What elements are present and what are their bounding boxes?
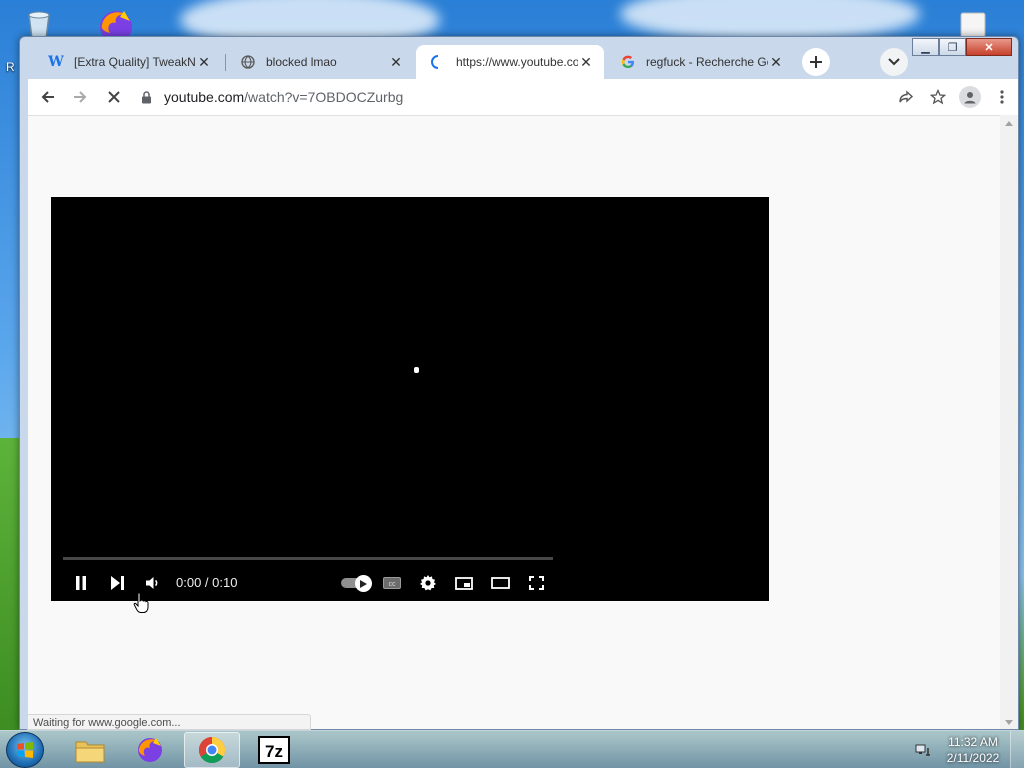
settings-button[interactable] <box>416 571 440 595</box>
tab-title: blocked lmao <box>266 55 337 69</box>
tab-tweaknt[interactable]: W [Extra Quality] TweakNT ✕ <box>34 45 222 79</box>
7zip-taskbar-button[interactable]: 7z <box>246 732 302 768</box>
avatar <box>959 86 981 108</box>
status-bubble: Waiting for www.google.com... <box>27 714 311 730</box>
toolbar-actions <box>890 81 1018 113</box>
url-text[interactable]: youtube.com/watch?v=7OBDOCZurbg <box>164 89 403 105</box>
vertical-scrollbar[interactable] <box>1000 115 1018 729</box>
7zip-icon: 7z <box>258 736 290 764</box>
loading-icon <box>430 54 446 70</box>
chrome-taskbar-button[interactable] <box>184 732 240 768</box>
fullscreen-button[interactable] <box>524 571 548 595</box>
stop-loading-button[interactable] <box>98 81 130 113</box>
url-host: youtube.com <box>164 89 245 105</box>
close-icon <box>108 91 120 103</box>
7zip-label: 7z <box>265 742 283 761</box>
autoplay-knob <box>355 575 372 592</box>
start-button[interactable] <box>6 732 44 768</box>
tab-close-icon[interactable]: ✕ <box>578 54 594 70</box>
play-icon <box>360 579 367 588</box>
taskbar-clock[interactable]: 11:32 AM 2/11/2022 <box>936 734 1010 766</box>
browser-toolbar: youtube.com/watch?v=7OBDOCZurbg <box>28 79 1018 115</box>
tab-search-button[interactable] <box>880 48 908 76</box>
person-icon <box>964 92 976 104</box>
scroll-up-arrow-icon[interactable] <box>1005 121 1013 126</box>
address-bar[interactable]: youtube.com/watch?v=7OBDOCZurbg <box>138 81 878 113</box>
tab-youtube-active[interactable]: https://www.youtube.co ✕ <box>416 45 604 79</box>
current-time: 0:00 <box>176 575 202 590</box>
tab-google-search[interactable]: regfuck - Recherche Go ✕ <box>606 45 794 79</box>
loading-spinner <box>414 367 419 373</box>
tab-blocked[interactable]: blocked lmao ✕ <box>226 45 414 79</box>
svg-text:cc: cc <box>389 581 397 588</box>
theater-icon <box>490 577 510 589</box>
star-icon <box>930 89 946 105</box>
share-button[interactable] <box>890 81 922 113</box>
tab-title: [Extra Quality] TweakNT <box>74 55 196 69</box>
windows-logo-icon <box>17 742 33 758</box>
pause-icon <box>76 576 86 590</box>
wordpress-favicon-icon: W <box>48 54 64 70</box>
share-icon <box>899 90 914 103</box>
globe-icon <box>240 54 256 70</box>
bookmark-button[interactable] <box>922 81 954 113</box>
tab-strip: W [Extra Quality] TweakNT ✕ blocked lmao… <box>28 45 1018 79</box>
clock-date: 2/11/2022 <box>946 751 1000 765</box>
new-tab-button[interactable] <box>802 48 830 76</box>
tab-close-icon[interactable]: ✕ <box>196 54 212 70</box>
arrow-right-icon <box>74 91 87 103</box>
duration: 0:10 <box>212 575 238 590</box>
time-display: 0:00 / 0:10 <box>176 575 237 590</box>
show-desktop-button[interactable] <box>1010 731 1024 768</box>
kebab-menu-icon <box>1000 90 1004 104</box>
explorer-taskbar-button[interactable] <box>62 732 118 768</box>
tab-close-icon[interactable]: ✕ <box>768 54 784 70</box>
fullscreen-icon <box>528 576 544 590</box>
volume-icon <box>145 577 157 589</box>
chrome-icon <box>198 736 226 764</box>
profile-button[interactable] <box>954 81 986 113</box>
video-player[interactable]: 0:00 / 0:10 cc <box>51 197 769 601</box>
firefox-icon <box>138 738 162 762</box>
progress-bar[interactable] <box>63 557 553 560</box>
network-icon[interactable] <box>910 734 936 766</box>
closed-captions-icon: cc <box>383 577 401 589</box>
miniplayer-button[interactable] <box>452 571 476 595</box>
lock-icon[interactable] <box>138 89 154 105</box>
subtitles-button[interactable]: cc <box>381 571 403 595</box>
menu-button[interactable] <box>986 81 1018 113</box>
hand-cursor-icon <box>133 592 149 614</box>
firefox-taskbar-button[interactable] <box>122 732 178 768</box>
theater-mode-button[interactable] <box>488 571 512 595</box>
next-button[interactable] <box>105 571 129 595</box>
pause-button[interactable] <box>69 571 93 595</box>
autoplay-toggle[interactable] <box>341 575 373 592</box>
miniplayer-icon <box>455 576 473 590</box>
system-tray: 11:32 AM 2/11/2022 <box>910 731 1024 768</box>
clock-time: 11:32 AM <box>948 735 998 749</box>
arrow-left-icon <box>41 91 54 103</box>
tab-title: https://www.youtube.co <box>456 55 578 69</box>
gear-icon <box>420 575 436 591</box>
chrome-window: ▁ ❐ ✕ W [Extra Quality] TweakNT ✕ blocke… <box>19 36 1019 730</box>
back-button[interactable] <box>32 81 64 113</box>
scroll-down-arrow-icon[interactable] <box>1005 720 1013 725</box>
explorer-icon <box>75 741 105 763</box>
google-icon <box>620 54 636 70</box>
time-separator: / <box>201 575 213 590</box>
tab-close-icon[interactable]: ✕ <box>388 54 404 70</box>
url-path: /watch?v=7OBDOCZurbg <box>244 89 404 105</box>
player-controls: 0:00 / 0:10 cc <box>63 569 753 597</box>
page-content: 0:00 / 0:10 cc <box>28 115 1000 729</box>
forward-button[interactable] <box>64 81 96 113</box>
tab-title: regfuck - Recherche Go <box>646 55 768 69</box>
taskbar: 7z 11:32 AM 2/11/2022 <box>0 730 1024 768</box>
desktop-icon-label: R <box>6 60 15 74</box>
skip-next-icon <box>110 576 124 590</box>
